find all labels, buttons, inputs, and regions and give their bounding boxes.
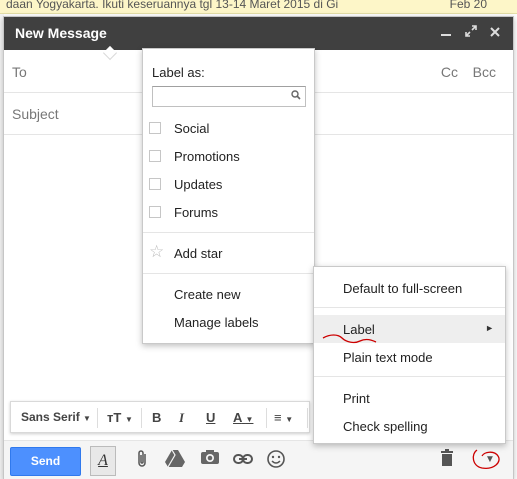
label-checkbox[interactable] bbox=[149, 150, 161, 162]
star-icon: ☆ bbox=[149, 242, 165, 261]
font-family-label: Sans Serif bbox=[21, 410, 80, 424]
label-option-text: Social bbox=[174, 121, 210, 136]
attach-icon[interactable] bbox=[132, 449, 154, 473]
label-checkbox[interactable] bbox=[149, 122, 161, 134]
font-size-select[interactable]: тT ▼ bbox=[107, 410, 133, 425]
menu-item-text: Default to full-screen bbox=[343, 281, 463, 296]
label-option-text: Forums bbox=[174, 205, 219, 220]
label-option-forums[interactable]: Forums bbox=[143, 199, 314, 227]
text-color-label: A bbox=[233, 410, 242, 425]
drive-icon[interactable] bbox=[164, 449, 186, 473]
menu-item-print[interactable]: Print bbox=[314, 384, 505, 412]
toolbar-divider bbox=[141, 408, 142, 428]
compose-footer: Send A ▼ bbox=[4, 440, 513, 479]
label-option-promotions[interactable]: Promotions bbox=[143, 143, 314, 171]
more-options-icon[interactable]: ▼ bbox=[479, 447, 501, 475]
label-search-input[interactable] bbox=[152, 86, 306, 107]
menu-divider bbox=[314, 307, 505, 308]
text-color-button[interactable]: A ▼ bbox=[233, 410, 253, 425]
compose-header[interactable]: New Message bbox=[4, 17, 513, 50]
menu-item-text: Print bbox=[343, 391, 370, 406]
menu-item-check-spelling[interactable]: Check spelling bbox=[314, 412, 505, 440]
email-date: Feb 20 bbox=[449, 0, 487, 11]
subject-placeholder: Subject bbox=[12, 106, 59, 122]
close-icon[interactable] bbox=[486, 24, 504, 42]
label-option-text: Promotions bbox=[174, 149, 240, 164]
more-options-menu: Default to full-screen Label ► Plain tex… bbox=[313, 266, 506, 444]
menu-divider bbox=[143, 232, 314, 233]
italic-button[interactable]: I bbox=[179, 410, 184, 426]
bcc-link[interactable]: Bcc bbox=[473, 64, 496, 80]
formatting-options-button[interactable]: A bbox=[90, 446, 116, 476]
cc-link[interactable]: Cc bbox=[441, 64, 458, 80]
trash-icon[interactable] bbox=[436, 449, 458, 473]
manage-labels-text: Manage labels bbox=[174, 315, 259, 330]
label-option-text: Updates bbox=[174, 177, 223, 192]
menu-divider bbox=[314, 376, 505, 377]
toolbar-divider bbox=[266, 408, 267, 428]
background-email-row: daan Yogyakarta. Ikuti keseruannya tgl 1… bbox=[0, 0, 517, 14]
font-family-select[interactable]: Sans Serif ▼ bbox=[21, 410, 91, 424]
formatting-toolbar: Sans Serif ▼ тT ▼ B I U A ▼ ≡ ▼ bbox=[10, 401, 310, 433]
underline-button[interactable]: U bbox=[206, 410, 215, 425]
link-icon[interactable] bbox=[232, 449, 254, 473]
search-icon bbox=[291, 90, 310, 103]
menu-item-text: Plain text mode bbox=[343, 350, 433, 365]
label-option-updates[interactable]: Updates bbox=[143, 171, 314, 199]
toolbar-divider bbox=[97, 408, 98, 428]
create-new-text: Create new bbox=[174, 287, 241, 302]
send-button[interactable]: Send bbox=[10, 447, 81, 476]
to-label: To bbox=[12, 64, 27, 80]
menu-item-default-fullscreen[interactable]: Default to full-screen bbox=[314, 274, 505, 302]
add-star-text: Add star bbox=[174, 246, 223, 261]
font-size-label: тT bbox=[107, 410, 122, 425]
compose-title: New Message bbox=[15, 25, 107, 41]
toolbar-divider bbox=[307, 408, 308, 428]
menu-item-text: Check spelling bbox=[343, 419, 428, 434]
add-star-item[interactable]: ☆ Add star bbox=[143, 240, 314, 268]
emoji-icon[interactable] bbox=[265, 449, 287, 473]
align-button[interactable]: ≡ ▼ bbox=[274, 410, 293, 425]
align-icon: ≡ bbox=[274, 410, 282, 425]
label-menu: Label as: Social Promotions Updates Foru… bbox=[142, 48, 315, 344]
menu-item-plain-text[interactable]: Plain text mode bbox=[314, 343, 505, 371]
label-menu-title: Label as: bbox=[152, 65, 205, 80]
minimize-icon[interactable] bbox=[437, 24, 455, 42]
label-checkbox[interactable] bbox=[149, 206, 161, 218]
menu-item-text: Label bbox=[343, 322, 375, 337]
bold-button[interactable]: B bbox=[152, 410, 161, 425]
label-option-social[interactable]: Social bbox=[143, 115, 314, 143]
manage-labels-item[interactable]: Manage labels bbox=[143, 309, 314, 337]
menu-item-label[interactable]: Label ► bbox=[314, 315, 505, 343]
expand-icon[interactable] bbox=[462, 24, 480, 42]
create-new-label-item[interactable]: Create new bbox=[143, 281, 314, 309]
photo-icon[interactable] bbox=[199, 449, 221, 473]
label-checkbox[interactable] bbox=[149, 178, 161, 190]
submenu-arrow-icon: ► bbox=[485, 323, 494, 333]
email-snippet: daan Yogyakarta. Ikuti keseruannya tgl 1… bbox=[6, 0, 339, 11]
menu-divider bbox=[143, 273, 314, 274]
